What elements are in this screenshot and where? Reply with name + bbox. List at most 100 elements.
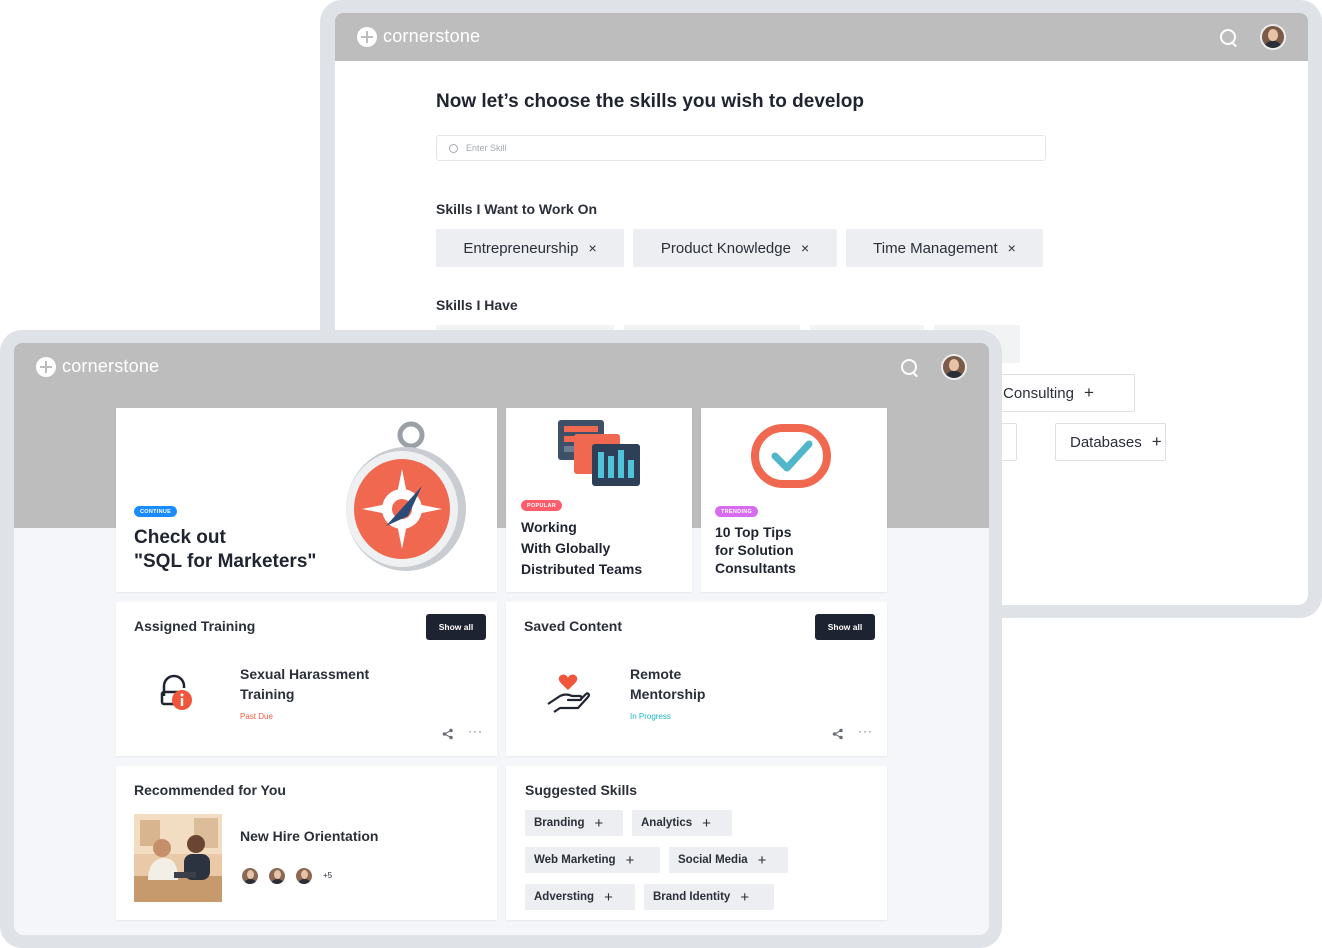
saved-item-title[interactable]: Remote Mentorship [630,664,705,704]
card-title-line: Consultants [715,560,796,576]
hero-title: Check out "SQL for Marketers" [134,526,316,574]
skill-chip-adversting[interactable]: Adversting + [525,884,635,910]
search-placeholder: Enter Skill [466,143,507,153]
cornerstone-logo-icon [357,26,377,47]
chip-label: Product Knowledge [660,239,791,257]
trending-badge: TRENDING [715,506,759,517]
card-title-line: With Globally [521,540,611,556]
remove-icon[interactable]: × [1008,240,1016,256]
training-item-title[interactable]: Sexual Harassment Training [240,664,369,704]
home-window: cornerstone CONTINUE Check out "SQL for … [14,343,989,935]
skill-chip-web-marketing[interactable]: Web Marketing + [525,847,660,873]
remove-icon[interactable]: × [588,240,596,256]
skill-chip-entrepreneurship[interactable]: Entrepreneurship × [436,229,624,267]
section-title: Recommended for You [134,782,286,798]
dashboard-illustration-icon [558,420,640,486]
add-icon: + [594,814,604,832]
alert-lock-icon [160,674,192,710]
avatar [267,866,287,886]
item-title-line: Sexual Harassment [240,666,370,682]
status-label: In Progress [630,712,671,721]
add-icon: + [757,851,767,869]
hero-title-line: Check out [134,527,226,548]
more-options-icon[interactable]: ··· [468,724,483,738]
heart-hand-icon [547,674,590,713]
cornerstone-logo[interactable]: cornerstone [357,26,480,47]
continue-badge: CONTINUE [134,506,178,517]
chip-label: Time Management [873,239,998,257]
skill-search-input[interactable]: Enter Skill [436,135,1046,161]
add-icon: + [740,888,750,906]
skill-chip-databases[interactable]: Databases + [1055,423,1166,461]
search-icon [449,143,458,153]
share-icon[interactable] [442,728,454,740]
hero-card-sql-for-marketers[interactable]: CONTINUE Check out "SQL for Marketers" [116,408,497,592]
chip-label: Web Marketing [534,854,616,866]
recommended-item-title[interactable]: New Hire Orientation [240,826,378,846]
chip-label: Social Media [678,854,748,866]
recommended-card: Recommended for You New Hire Orientation… [116,766,497,920]
checkmark-icon [751,424,831,488]
page-title: Now let’s choose the skills you wish to … [436,91,864,112]
card-working-distributed-teams[interactable]: POPULAR Working With Globally Distribute… [506,408,692,592]
search-icon[interactable] [900,358,920,378]
search-icon[interactable] [1219,28,1239,48]
compass-icon [346,421,466,571]
more-options-icon[interactable]: ··· [858,724,873,738]
more-attendees-count: +5 [323,871,333,880]
card-title: 10 Top Tips for Solution Consultants [715,523,796,577]
skill-chip-social-media[interactable]: Social Media + [669,847,788,873]
chip-label: Brand Identity [653,891,731,903]
add-icon[interactable]: + [1152,432,1162,452]
avatar [240,866,260,886]
skill-chip-brand-identity[interactable]: Brand Identity + [644,884,774,910]
avatar[interactable] [941,354,967,380]
avatar [294,866,314,886]
card-title: Working With Globally Distributed Teams [521,517,642,580]
remove-icon[interactable]: × [801,240,809,256]
avatar[interactable] [1260,24,1286,50]
share-icon[interactable] [832,728,844,740]
show-all-button[interactable]: Show all [815,614,875,640]
logo-text: cornerstone [62,356,160,376]
show-all-button[interactable]: Show all [426,614,486,640]
add-icon[interactable]: + [1084,383,1094,403]
skill-chip-product-knowledge[interactable]: Product Knowledge × [633,229,837,267]
status-label: Past Due [240,712,273,721]
logo-text: cornerstone [383,26,481,46]
top-bar: cornerstone [335,13,1308,61]
chip-label: Databases [1070,433,1142,451]
assigned-training-card: Assigned Training Show all Sexual Harass… [116,602,497,756]
cornerstone-logo[interactable]: cornerstone [36,356,159,377]
item-title-line: Mentorship [630,686,706,702]
chip-label: Adversting [534,891,595,903]
meeting-photo[interactable] [134,814,222,902]
hero-title-line: "SQL for Marketers" [134,551,317,572]
skill-chip-branding[interactable]: Branding + [525,810,623,836]
skills-want-heading: Skills I Want to Work On [436,201,598,217]
card-top-tips-solution-consultants[interactable]: TRENDING 10 Top Tips for Solution Consul… [701,408,887,592]
chip-label: Branding [534,817,585,829]
chip-label: Analytics [641,817,693,829]
add-icon: + [604,888,613,906]
card-title-line: Distributed Teams [521,561,643,577]
item-title-line: Training [240,686,295,702]
card-title-line: for Solution [715,542,794,558]
add-icon: + [702,814,711,832]
card-title-line: Working [521,519,577,535]
skill-chip-analytics[interactable]: Analytics + [632,810,732,836]
section-title: Suggested Skills [525,782,638,798]
card-title-line: 10 Top Tips [715,524,792,540]
chip-label: T Consulting [990,384,1074,402]
chip-label: Entrepreneurship [463,239,579,257]
skills-have-heading: Skills I Have [436,297,518,313]
saved-content-card: Saved Content Show all Remote Mentorship… [506,602,887,756]
section-title: Assigned Training [134,618,256,634]
section-title: Saved Content [524,618,623,634]
add-icon: + [625,851,635,869]
cornerstone-logo-icon [36,356,56,377]
item-title-line: Remote [630,666,682,682]
popular-badge: POPULAR [521,500,562,511]
skill-chip-time-management[interactable]: Time Management × [846,229,1043,267]
suggested-skills-card: Suggested Skills Branding + Analytics + … [506,766,887,920]
